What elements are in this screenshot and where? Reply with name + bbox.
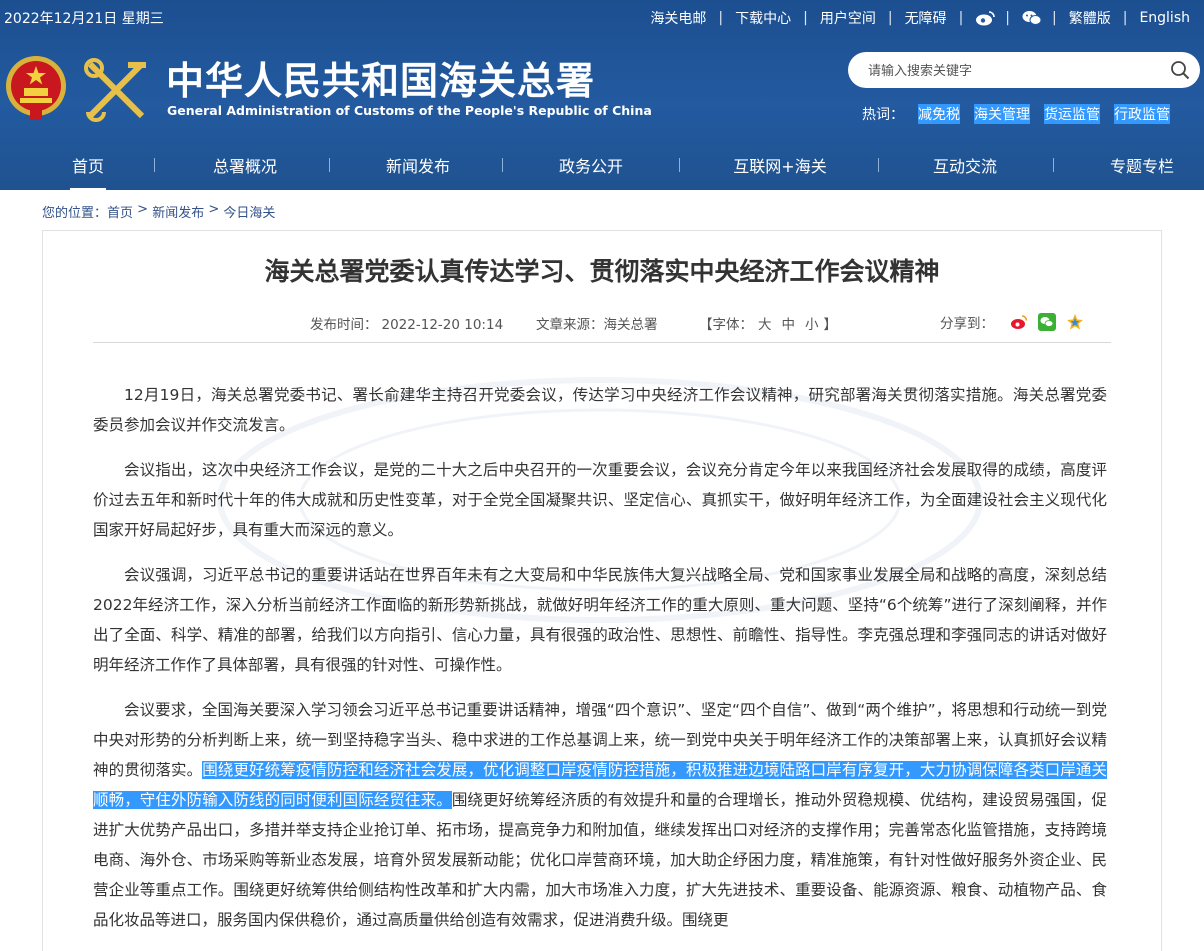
breadcrumb-separator: >: [204, 202, 224, 217]
wechat-share-icon[interactable]: [1038, 313, 1056, 331]
search-icon[interactable]: [1170, 60, 1190, 80]
search-input[interactable]: [866, 60, 1160, 82]
nav-divider: [1053, 158, 1054, 172]
font-size-label: 【字体：: [699, 317, 753, 333]
national-emblem-icon[interactable]: [4, 52, 68, 122]
separator: |: [1005, 10, 1010, 26]
breadcrumb-today[interactable]: 今日海关: [223, 202, 275, 221]
top-links: 海关电邮 | 下载中心 | 用户空间 | 无障碍 | | | 繁體版 | Eng…: [650, 8, 1190, 28]
weibo-share-icon[interactable]: [1010, 313, 1028, 331]
breadcrumb: 您的位置： 首页 > 新闻发布 > 今日海关: [42, 202, 275, 221]
mail-link[interactable]: 海关电邮: [650, 8, 706, 28]
meta-divider: [93, 342, 1111, 343]
wechat-icon[interactable]: [1022, 10, 1042, 26]
paragraph: 12月19日，海关总署党委书记、署长俞建华主持召开党委会议，传达学习中央经济工作…: [93, 386, 1107, 434]
top-bar: 2022年12月21日 星期三 海关电邮 | 下载中心 | 用户空间 | 无障碍…: [0, 0, 1204, 34]
publish-time: 2022-12-20 10:14: [381, 317, 504, 333]
font-size-small[interactable]: 小: [805, 317, 819, 333]
nav-internet-customs[interactable]: 互联网+海关: [732, 153, 828, 177]
site-title-english: General Administration of Customs of the…: [167, 103, 652, 118]
nav-divider: [329, 158, 330, 172]
search-box: [848, 52, 1200, 88]
paragraph: 会议强调，习近平总书记的重要讲话站在世界百年未有之大变局和中华民族伟大复兴战略全…: [93, 566, 1107, 674]
publish-info: 发布时间： 2022-12-20 10:14: [310, 313, 503, 333]
article-title: 海关总署党委认真传达学习、贯彻落实中央经济工作会议精神: [264, 257, 940, 286]
source-label: 文章来源：: [536, 317, 604, 333]
download-center-link[interactable]: 下载中心: [735, 8, 791, 28]
publish-label: 发布时间：: [310, 317, 378, 333]
site-title[interactable]: 中华人民共和国海关总署: [166, 50, 595, 105]
breadcrumb-news[interactable]: 新闻发布: [152, 202, 204, 221]
nav-interaction[interactable]: 互动交流: [929, 153, 1001, 177]
weibo-icon[interactable]: [975, 10, 996, 26]
separator: |: [718, 10, 724, 26]
separator: |: [887, 10, 893, 26]
font-size-selector: 【字体： 大中小】: [699, 313, 837, 333]
source-info: 文章来源：海关总署: [536, 313, 658, 333]
breadcrumb-separator: >: [133, 202, 153, 217]
hot-word-link[interactable]: 行政监管: [1114, 104, 1170, 124]
paragraph: 会议要求，全国海关要深入学习领会习近平总书记重要讲话精神，增强“四个意识”、坚定…: [93, 695, 1107, 935]
separator: |: [1122, 10, 1128, 26]
nav-divider: [154, 158, 155, 172]
nav-divider: [502, 158, 503, 172]
main-nav: 首页 总署概况 新闻发布 政务公开 互联网+海关 互动交流 专题专栏: [0, 140, 1204, 192]
customs-emblem-icon[interactable]: [80, 54, 154, 124]
source-value: 海关总署: [603, 317, 658, 333]
hot-words: 热词： 减免税 海关管理 货运监管 行政监管: [862, 104, 1184, 124]
share-bar: 分享到：: [940, 312, 1084, 332]
hot-word-link[interactable]: 减免税: [918, 104, 960, 124]
font-size-medium[interactable]: 中: [782, 317, 796, 333]
nav-special-topics[interactable]: 专题专栏: [1106, 153, 1178, 177]
nav-news[interactable]: 新闻发布: [382, 153, 454, 177]
separator: |: [1052, 10, 1057, 26]
paragraph: 会议指出，这次中央经济工作会议，是党的二十大之后中央召开的一次重要会议，会议充分…: [93, 461, 1107, 539]
separator: |: [803, 10, 808, 26]
nav-divider: [878, 158, 879, 172]
traditional-chinese-link[interactable]: 繁體版: [1069, 8, 1111, 28]
hot-word-link[interactable]: 货运监管: [1044, 104, 1100, 124]
hot-word-link[interactable]: 海关管理: [974, 104, 1030, 124]
site-header: 2022年12月21日 星期三 海关电邮 | 下载中心 | 用户空间 | 无障碍…: [0, 0, 1204, 192]
english-link[interactable]: English: [1139, 10, 1190, 26]
share-label: 分享到：: [940, 316, 994, 332]
nav-home[interactable]: 首页: [70, 153, 106, 192]
favorite-star-icon[interactable]: [1066, 313, 1084, 331]
nav-divider: [679, 158, 680, 172]
separator: |: [958, 10, 964, 26]
hot-words-label: 热词：: [862, 107, 904, 123]
nav-overview[interactable]: 总署概况: [209, 153, 281, 177]
user-space-link[interactable]: 用户空间: [820, 8, 876, 28]
article-body: 12月19日，海关总署党委书记、署长俞建华主持召开党委会议，传达学习中央经济工作…: [93, 380, 1107, 950]
accessibility-link[interactable]: 无障碍: [905, 8, 947, 28]
current-date: 2022年12月21日 星期三: [4, 11, 164, 27]
paragraph-text: 围绕更好统筹经济质的有效提升和量的合理增长，推动外贸稳规模、优结构，建设贸易强国…: [93, 791, 1107, 929]
font-size-large[interactable]: 大: [758, 317, 772, 333]
breadcrumb-home[interactable]: 首页: [107, 202, 133, 221]
breadcrumb-label: 您的位置：: [42, 206, 108, 221]
nav-government-affairs[interactable]: 政务公开: [555, 153, 627, 177]
font-size-close: 】: [823, 317, 838, 333]
